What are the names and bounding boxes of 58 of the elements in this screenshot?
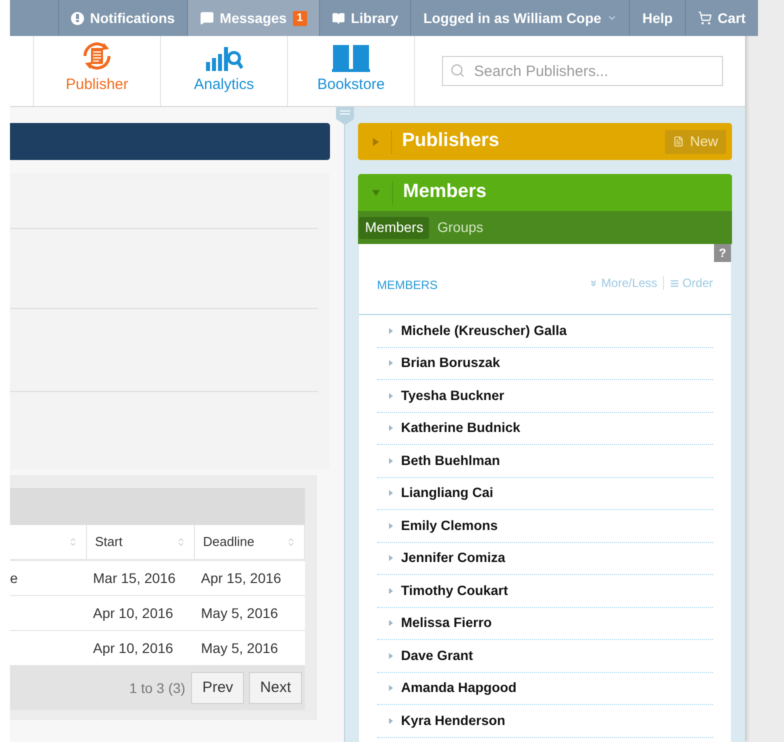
pagination-button[interactable]: Prev (191, 672, 244, 704)
table-cell-text: Apr 10, 2016 (93, 604, 174, 623)
caret-icon (389, 620, 393, 626)
section-heading: MEMBERS (377, 277, 438, 294)
nav-tab[interactable]: Analytics (160, 36, 287, 106)
table-cell-text: Mar 15, 2016 (93, 568, 176, 588)
member-row[interactable]: Tyesha Buckner (377, 380, 713, 412)
member-row[interactable]: Beth Buehlman (377, 445, 713, 478)
caret-icon (389, 328, 393, 334)
search-icon (450, 63, 465, 78)
document-icon (672, 136, 684, 147)
member-row[interactable]: Kyra Henderson (377, 705, 713, 738)
member-row[interactable]: Emily Clemons (377, 510, 713, 542)
caret-icon (389, 425, 393, 432)
caret-icon (389, 555, 393, 562)
pagination-range: 1 to 3 (3) (129, 678, 186, 698)
search-field[interactable]: Search Publishers... (442, 56, 723, 86)
caret-icon (389, 458, 393, 464)
member-row[interactable]: Jennifer Comiza (377, 542, 713, 575)
count-badge: 1 (292, 10, 307, 26)
list-icon (670, 278, 680, 288)
member-row[interactable]: Michele (Kreuscher) Galla (377, 315, 713, 348)
member-row[interactable]: Melissa Fierro (377, 608, 713, 640)
pagination-button[interactable]: Next (249, 672, 302, 704)
caret-icon (389, 718, 393, 724)
cart-icon (698, 11, 712, 25)
sort-icon (176, 537, 186, 547)
table-cell-text: May 5, 2016 (201, 604, 278, 623)
speech-bubble-icon (200, 11, 214, 25)
sort-icon (286, 537, 296, 547)
caret-icon (389, 490, 393, 496)
table-cell-text: May 5, 2016 (201, 638, 278, 658)
caret-icon (389, 685, 393, 692)
member-row[interactable]: Amanda Hapgood (377, 672, 713, 705)
caret-icon (389, 588, 393, 594)
book-icon (332, 12, 345, 24)
nav-tab[interactable]: Bookstore (287, 36, 414, 106)
member-row[interactable]: Katherine Budnick (377, 412, 713, 445)
member-row[interactable]: Brian Boruszak (377, 348, 713, 380)
sort-icon (68, 537, 78, 547)
caret-icon (607, 13, 618, 23)
member-row[interactable]: Dave Grant (377, 640, 713, 672)
caret-icon (389, 522, 393, 529)
table-cell-text: Apr 15, 2016 (201, 568, 282, 588)
member-row[interactable]: Timothy Coukart (377, 575, 713, 608)
caret-icon (389, 392, 393, 399)
column-header[interactable]: Start (87, 525, 195, 559)
caret-icon (389, 360, 393, 366)
table-cell-text: Apr 10, 2016 (93, 638, 174, 658)
panel-title: Members (403, 180, 486, 204)
double-chevron-icon (589, 278, 598, 288)
alert-icon (71, 12, 84, 24)
panel-tab[interactable]: Members (359, 216, 430, 238)
member-row[interactable]: Liangliang Cai (377, 478, 713, 510)
column-header[interactable]: Deadline (195, 525, 305, 559)
panel-title: Publishers (402, 129, 500, 154)
table-cell-text: e (10, 568, 18, 588)
caret-icon (389, 652, 393, 659)
